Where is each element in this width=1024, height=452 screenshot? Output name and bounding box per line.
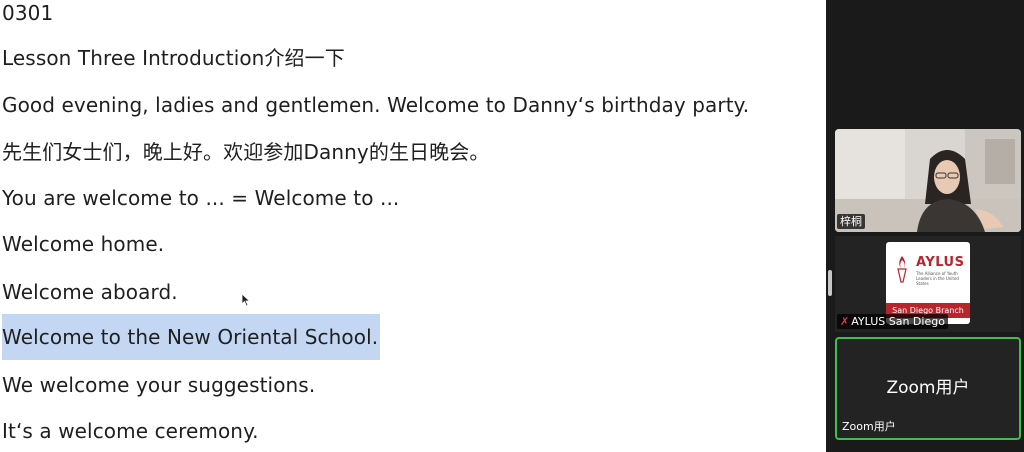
logo-tagline: The Alliance of Youth Leaders in the Uni… — [916, 271, 959, 286]
doc-line: It‘s a welcome ceremony. — [2, 419, 259, 443]
doc-line: Good evening, ladies and gentlemen. Welc… — [2, 93, 750, 117]
mouse-pointer-icon — [241, 293, 251, 307]
participant-display-name: Zoom用户 — [886, 378, 970, 398]
logo-wordmark: AYLUS — [916, 255, 965, 270]
document-view: 0301 Lesson Three Introduction介绍一下 Good … — [0, 0, 826, 452]
doc-line-title: Lesson Three Introduction介绍一下 — [2, 46, 345, 70]
doc-line-selected[interactable]: Welcome to the New Oriental School. — [2, 314, 381, 360]
muted-mic-icon: ✗ — [840, 315, 850, 328]
participant-tile-logo[interactable]: AYLUS The Alliance of Youth Leaders in t… — [835, 236, 1021, 332]
participant-tile-active-speaker[interactable]: Zoom用户 Zoom用户 — [835, 337, 1021, 440]
torch-icon — [897, 256, 907, 283]
participant-name-tag: 梓桐 — [837, 214, 865, 229]
doc-line: 先生们女士们，晚上好。欢迎参加Danny的生日晚会。 — [2, 140, 490, 164]
doc-line-date: 0301 — [2, 1, 54, 25]
doc-line: Welcome home. — [2, 232, 165, 256]
doc-line: Welcome aboard. — [2, 280, 178, 304]
doc-line: We welcome your suggestions. — [2, 373, 316, 397]
participant-name: AYLUS San Diego — [851, 315, 945, 328]
participant-tile-video[interactable]: 梓桐 — [835, 129, 1021, 232]
aylus-logo: AYLUS The Alliance of Youth Leaders in t… — [886, 242, 970, 324]
doc-line: You are welcome to ... = Welcome to ... — [2, 186, 400, 210]
participant-name-tag: Zoom用户 — [842, 420, 896, 433]
panel-resize-handle[interactable] — [828, 270, 832, 296]
participant-name-tag: ✗ AYLUS San Diego — [837, 314, 948, 329]
